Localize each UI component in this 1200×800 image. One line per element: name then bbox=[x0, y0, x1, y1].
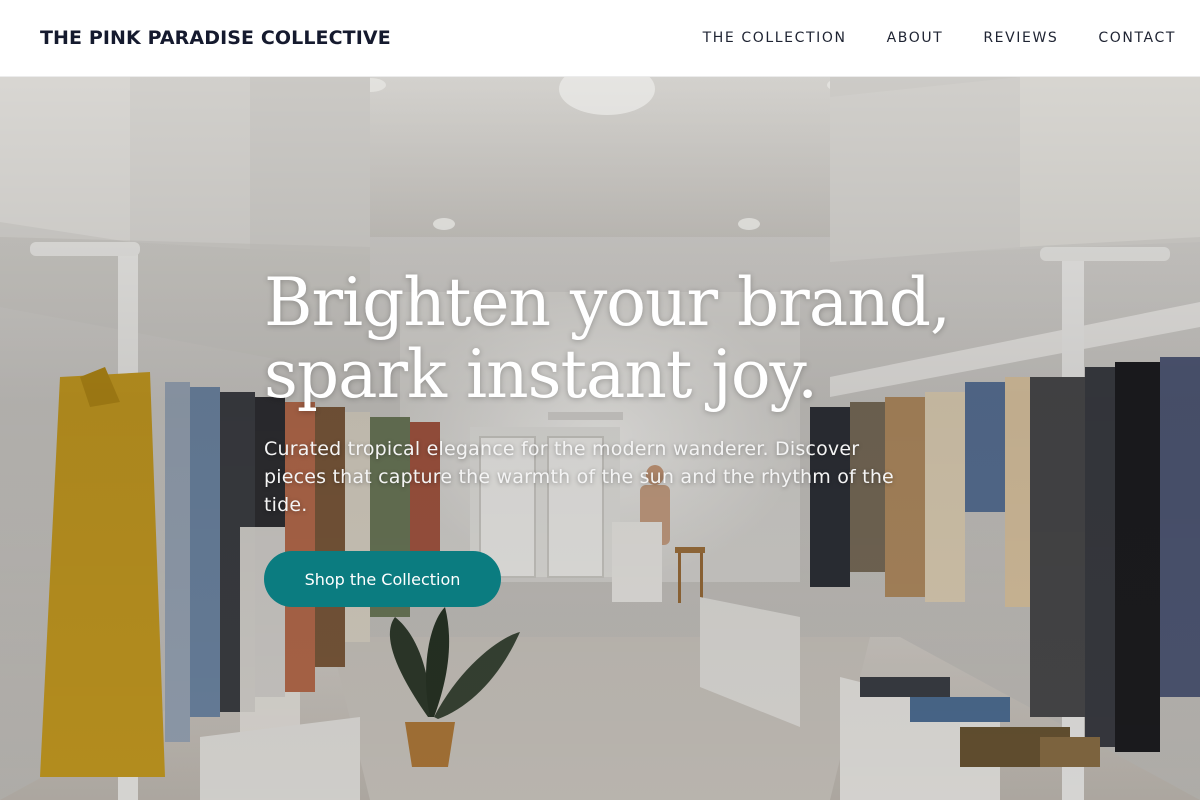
hero-content: Brighten your brand, spark instant joy. … bbox=[264, 264, 951, 607]
nav-item-collection[interactable]: THE COLLECTION bbox=[703, 30, 847, 46]
main-nav: THE COLLECTION ABOUT REVIEWS CONTACT bbox=[703, 30, 1176, 46]
headline-line-1: Brighten your brand, bbox=[264, 264, 951, 341]
nav-item-about[interactable]: ABOUT bbox=[887, 30, 944, 46]
site-header: THE PINK PARADISE COLLECTIVE THE COLLECT… bbox=[0, 0, 1200, 77]
headline-line-2: spark instant joy. bbox=[264, 336, 818, 413]
hero-tagline: Curated tropical elegance for the modern… bbox=[264, 438, 894, 516]
shop-collection-button[interactable]: Shop the Collection bbox=[264, 551, 501, 607]
nav-item-reviews[interactable]: REVIEWS bbox=[983, 30, 1058, 46]
nav-item-contact[interactable]: CONTACT bbox=[1098, 30, 1176, 46]
brand-logo[interactable]: THE PINK PARADISE COLLECTIVE bbox=[40, 27, 391, 49]
hero-headline: Brighten your brand, spark instant joy. bbox=[264, 264, 951, 413]
hero-section: Brighten your brand, spark instant joy. … bbox=[0, 77, 1200, 800]
